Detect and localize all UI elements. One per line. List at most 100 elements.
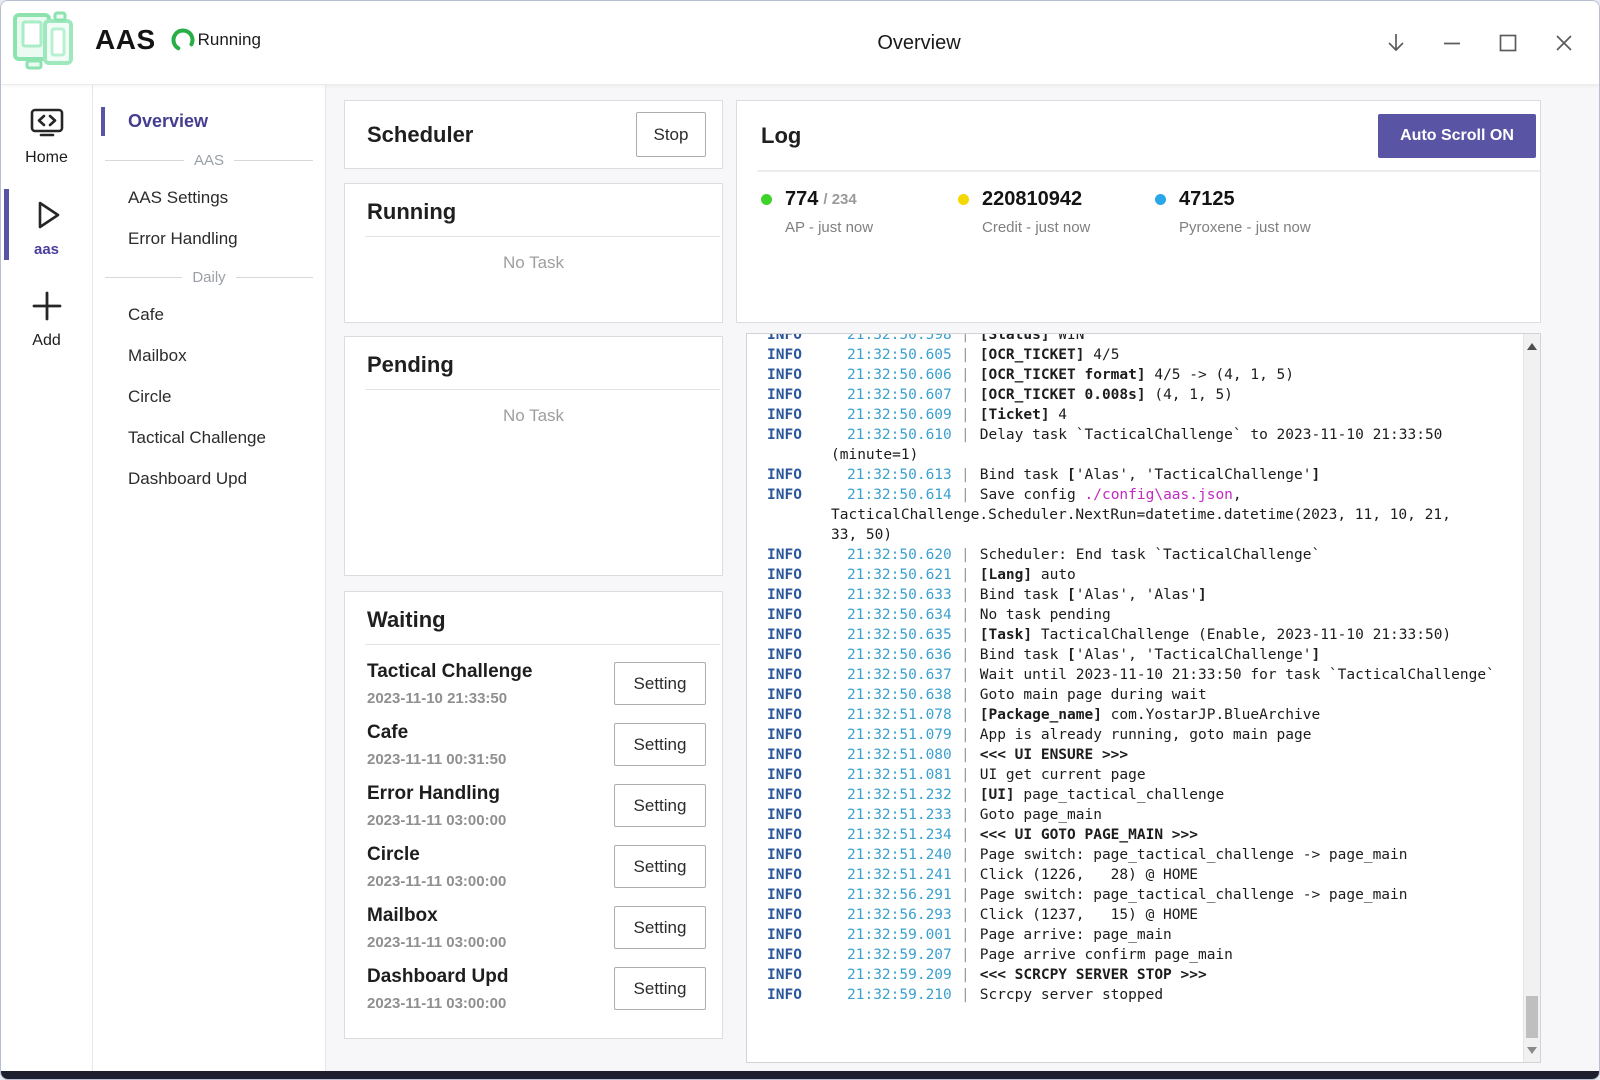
stop-button[interactable]: Stop xyxy=(636,112,706,157)
status-label: Running xyxy=(198,30,261,50)
stat-pyroxene: 47125Pyroxene - just now xyxy=(1155,188,1352,236)
log-timestamp: 21:32:50.620 xyxy=(847,545,955,565)
log-level: INFO xyxy=(767,685,847,705)
log-separator: | xyxy=(955,685,980,705)
log-message: Scrcpy server stopped xyxy=(980,985,1512,1005)
waiting-task-next-run: 2023-11-11 03:00:00 xyxy=(367,934,506,951)
setting-button[interactable]: Setting xyxy=(614,845,706,888)
log-message: Bind task ['Alas', 'Alas'] xyxy=(980,585,1512,605)
log-line: INFO21:32:51.241|Click (1226, 28) @ HOME xyxy=(767,865,1512,885)
pending-card: Pending No Task xyxy=(344,336,723,576)
log-line: INFO21:32:50.613|Bind task ['Alas', 'Tac… xyxy=(767,465,1512,485)
log-timestamp: 21:32:50.614 xyxy=(847,485,955,505)
log-scrollbar[interactable] xyxy=(1523,334,1540,1062)
log-separator: | xyxy=(955,865,980,885)
nav-rail: Homeaas Add xyxy=(1,85,93,1071)
scrollbar-thumb[interactable] xyxy=(1526,996,1538,1038)
log-level: INFO xyxy=(767,425,847,445)
log-message: [Ticket] 4 xyxy=(980,405,1512,425)
sidebar-item-dashboard-upd[interactable]: Dashboard Upd xyxy=(93,459,325,499)
setting-button[interactable]: Setting xyxy=(614,906,706,949)
stat-suffix: / 234 xyxy=(823,191,856,208)
stat-ap: 774 / 234 AP - just now xyxy=(761,188,958,236)
log-separator: | xyxy=(955,905,980,925)
sidebar-item-error-handling[interactable]: Error Handling xyxy=(93,219,325,259)
log-separator: | xyxy=(955,465,980,485)
log-message: Scheduler: End task `TacticalChallenge` xyxy=(980,545,1512,565)
log-message: [Status] WIN xyxy=(980,333,1512,345)
log-line: INFO21:32:50.635|[Task] TacticalChalleng… xyxy=(767,625,1512,645)
log-line: INFO21:32:51.234|<<< UI GOTO PAGE_MAIN >… xyxy=(767,825,1512,845)
stat-credit: 220810942Credit - just now xyxy=(958,188,1155,236)
stat-label: AP - just now xyxy=(785,219,958,236)
waiting-task-info: Dashboard Upd2023-11-11 03:00:00 xyxy=(367,966,508,1012)
log-level: INFO xyxy=(767,465,847,485)
log-separator: | xyxy=(955,985,980,1005)
stat-value: 47125 xyxy=(1179,188,1235,211)
log-level: INFO xyxy=(767,745,847,765)
log-separator: | xyxy=(955,885,980,905)
setting-button[interactable]: Setting xyxy=(614,662,706,705)
log-timestamp: 21:32:59.210 xyxy=(847,985,955,1005)
log-line: INFO21:32:50.638|Goto main page during w… xyxy=(767,685,1512,705)
rail-item-add[interactable]: Add xyxy=(1,268,92,360)
close-button[interactable] xyxy=(1547,26,1581,60)
log-timestamp: 21:32:51.079 xyxy=(847,725,955,745)
log-timestamp: 21:32:51.081 xyxy=(847,765,955,785)
waiting-task-info: Tactical Challenge2023-11-10 21:33:50 xyxy=(367,661,532,707)
log-line: INFO21:32:50.605|[OCR_TICKET] 4/5 xyxy=(767,345,1512,365)
log-message: <<< UI GOTO PAGE_MAIN >>> xyxy=(980,825,1512,845)
setting-button[interactable]: Setting xyxy=(614,784,706,827)
log-message: Page arrive confirm page_main xyxy=(980,945,1512,965)
log-level: INFO xyxy=(767,665,847,685)
stat-top: 47125 xyxy=(1155,188,1352,211)
rail-item-label: Add xyxy=(32,332,60,350)
task-sidebar: OverviewAASAAS SettingsError HandlingDai… xyxy=(93,85,326,1071)
waiting-task-next-run: 2023-11-11 03:00:00 xyxy=(367,812,506,829)
log-line: INFO21:32:50.598|[Status] WIN xyxy=(767,333,1512,345)
waiting-task-row: Dashboard Upd2023-11-11 03:00:00 Setting xyxy=(367,958,706,1019)
auto-scroll-button[interactable]: Auto Scroll ON xyxy=(1378,114,1536,158)
log-timestamp: 21:32:51.241 xyxy=(847,865,955,885)
log-timestamp: 21:32:51.240 xyxy=(847,845,955,865)
log-level: INFO xyxy=(767,805,847,825)
log-card: Log Auto Scroll ON 774/ 234AP - just now… xyxy=(736,100,1541,323)
sidebar-item-circle[interactable]: Circle xyxy=(93,377,325,417)
rail-item-home[interactable]: Home xyxy=(1,85,92,177)
log-timestamp: 21:32:50.637 xyxy=(847,665,955,685)
log-message: No task pending xyxy=(980,605,1512,625)
sidebar-item-overview[interactable]: Overview xyxy=(93,101,325,142)
log-level: INFO xyxy=(767,925,847,945)
sidebar-item-aas-settings[interactable]: AAS Settings xyxy=(93,178,325,218)
scroll-up-arrow-icon[interactable] xyxy=(1524,338,1540,354)
log-message: [OCR_TICKET 0.008s] (4, 1, 5) xyxy=(980,385,1512,405)
setting-button[interactable]: Setting xyxy=(614,967,706,1010)
maximize-button[interactable] xyxy=(1491,26,1525,60)
log-level: INFO xyxy=(767,785,847,805)
log-level: INFO xyxy=(767,705,847,725)
sidebar-group-label: Daily xyxy=(182,269,235,286)
log-line: INFO21:32:59.210|Scrcpy server stopped xyxy=(767,985,1512,1005)
page-title: Overview xyxy=(877,1,960,85)
stat-value: 774 xyxy=(785,188,818,211)
log-message: Goto main page during wait xyxy=(980,685,1512,705)
scroll-down-arrow-icon[interactable] xyxy=(1524,1042,1540,1058)
rail-item-aas[interactable]: aas xyxy=(1,177,92,268)
log-message: UI get current page xyxy=(980,765,1512,785)
log-message: (minute=1) xyxy=(831,445,1512,465)
sidebar-item-cafe[interactable]: Cafe xyxy=(93,295,325,335)
log-timestamp: 21:32:50.605 xyxy=(847,345,955,365)
waiting-task-row: Cafe2023-11-11 00:31:50Setting xyxy=(367,714,706,775)
log-message: Goto page_main xyxy=(980,805,1512,825)
sidebar-item-mailbox[interactable]: Mailbox xyxy=(93,336,325,376)
log-console[interactable]: INFO21:32:50.598|[Status] WININFO21:32:5… xyxy=(746,333,1541,1063)
setting-button[interactable]: Setting xyxy=(614,723,706,766)
log-separator: | xyxy=(955,485,980,505)
sidebar-item-tactical-challenge[interactable]: Tactical Challenge xyxy=(93,418,325,458)
log-line: INFO21:32:51.233|Goto page_main xyxy=(767,805,1512,825)
log-separator: | xyxy=(955,745,980,765)
minimize-button[interactable] xyxy=(1435,26,1469,60)
log-timestamp: 21:32:50.638 xyxy=(847,685,955,705)
download-button[interactable] xyxy=(1379,26,1413,60)
divider-line xyxy=(236,277,313,278)
